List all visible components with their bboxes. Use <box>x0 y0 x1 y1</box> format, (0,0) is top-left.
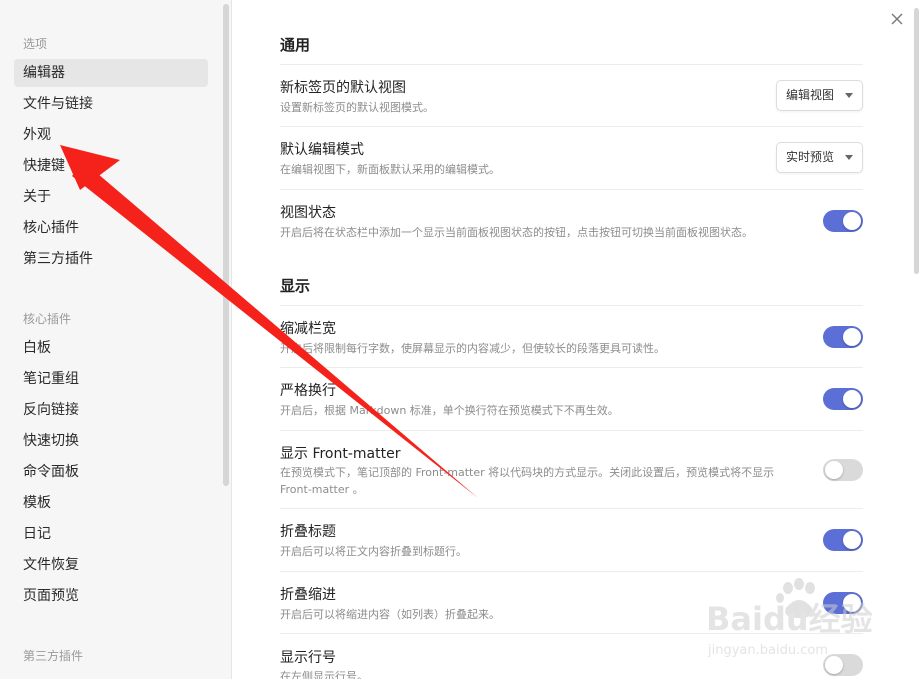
chevron-down-icon <box>845 93 853 98</box>
setting-title-default-view: 新标签页的默认视图 <box>280 80 406 96</box>
sidebar-item-templates[interactable]: 模板 <box>14 489 208 517</box>
setting-title-fold-heading: 折叠标题 <box>280 524 336 540</box>
setting-desc-readable-line-length: 开启后将限制每行字数，使屏幕显示的内容减少，但使较长的段落更具可读性。 <box>280 342 665 355</box>
sidebar-item-appearance[interactable]: 外观 <box>14 121 208 149</box>
setting-title-strict-line-breaks: 严格换行 <box>280 383 336 399</box>
divider <box>280 189 863 190</box>
sidebar-item-core-plugins[interactable]: 核心插件 <box>14 214 208 242</box>
baidu-watermark: Baidu经验 jingyan.baidu.com <box>706 578 873 658</box>
sidebar-item-community-plugins[interactable]: 第三方插件 <box>14 245 208 273</box>
divider <box>280 367 863 368</box>
setting-desc-default-edit-mode: 在编辑视图下，新面板默认采用的编辑模式。 <box>280 163 500 176</box>
divider <box>280 430 863 431</box>
default-view-dropdown[interactable]: 编辑视图 <box>776 80 863 111</box>
toggle-knob <box>825 656 843 674</box>
sidebar-section-options: 选项 <box>23 37 48 51</box>
sidebar-item-canvas[interactable]: 白板 <box>14 334 208 362</box>
setting-desc-show-frontmatter: 在预览模式下，笔记顶部的 Front-matter 将以代码块的方式显示。关闭此… <box>280 466 775 496</box>
setting-title-readable-line-length: 缩减栏宽 <box>280 321 336 337</box>
sidebar-item-page-preview[interactable]: 页面预览 <box>14 582 208 610</box>
sidebar-item-backlinks[interactable]: 反向链接 <box>14 396 208 424</box>
close-button[interactable] <box>888 10 908 30</box>
show-frontmatter-toggle[interactable] <box>823 459 863 481</box>
setting-desc-view-status: 开启后将在状态栏中添加一个显示当前面板视图状态的按钮，点击按钮可切换当前面板视图… <box>280 226 753 239</box>
sidebar-section-core: 核心插件 <box>23 312 72 326</box>
setting-title-default-edit-mode: 默认编辑模式 <box>280 142 364 158</box>
sidebar-item-note-composer[interactable]: 笔记重组 <box>14 365 208 393</box>
watermark-url: jingyan.baidu.com <box>707 643 828 658</box>
setting-title-show-frontmatter: 显示 Front-matter <box>280 446 401 462</box>
readable-line-length-toggle[interactable] <box>823 326 863 348</box>
divider <box>280 64 863 65</box>
sidebar-item-about[interactable]: 关于 <box>14 183 208 211</box>
view-status-toggle[interactable] <box>823 210 863 232</box>
sidebar-item-editor[interactable]: 编辑器 <box>14 59 208 87</box>
sidebar-item-file-recovery[interactable]: 文件恢复 <box>14 551 208 579</box>
toggle-knob <box>843 390 861 408</box>
fold-heading-toggle[interactable] <box>823 529 863 551</box>
setting-title-fold-indent: 折叠缩进 <box>280 587 336 603</box>
divider <box>280 571 863 572</box>
divider <box>280 305 863 306</box>
toggle-knob <box>843 328 861 346</box>
content-scrollbar[interactable] <box>914 8 919 274</box>
settings-sidebar: 选项 编辑器 文件与链接 外观 快捷键 关于 核心插件 第三方插件 核心插件 白… <box>0 0 232 679</box>
divider <box>280 508 863 509</box>
sidebar-item-quick-switcher[interactable]: 快速切换 <box>14 427 208 455</box>
setting-desc-default-view: 设置新标签页的默认视图模式。 <box>280 101 434 114</box>
setting-desc-fold-heading: 开启后可以将正文内容折叠到标题行。 <box>280 545 467 558</box>
section-general-heading: 通用 <box>280 36 311 54</box>
sidebar-item-hotkeys[interactable]: 快捷键 <box>14 152 208 180</box>
setting-desc-strict-line-breaks: 开启后，根据 Markdown 标准，单个换行符在预览模式下不再生效。 <box>280 404 619 417</box>
toggle-knob <box>843 531 861 549</box>
default-edit-mode-dropdown[interactable]: 实时预览 <box>776 142 863 173</box>
sidebar-item-command-palette[interactable]: 命令面板 <box>14 458 208 486</box>
setting-desc-line-numbers: 在左侧显示行号。 <box>280 670 368 679</box>
setting-title-line-numbers: 显示行号 <box>280 650 336 666</box>
close-icon <box>891 13 903 25</box>
default-view-value: 编辑视图 <box>786 88 835 102</box>
chevron-down-icon <box>845 155 853 160</box>
section-display-heading: 显示 <box>280 277 311 295</box>
strict-line-breaks-toggle[interactable] <box>823 388 863 410</box>
sidebar-item-daily-notes[interactable]: 日记 <box>14 520 208 548</box>
toggle-knob <box>825 461 843 479</box>
divider <box>280 126 863 127</box>
sidebar-section-third-party: 第三方插件 <box>23 649 84 663</box>
sidebar-scrollbar[interactable] <box>223 4 229 486</box>
sidebar-item-files-links[interactable]: 文件与链接 <box>14 90 208 118</box>
default-edit-mode-value: 实时预览 <box>786 150 835 164</box>
watermark-brand: Baidu经验 <box>706 600 873 638</box>
toggle-knob <box>843 212 861 230</box>
setting-title-view-status: 视图状态 <box>280 205 336 221</box>
